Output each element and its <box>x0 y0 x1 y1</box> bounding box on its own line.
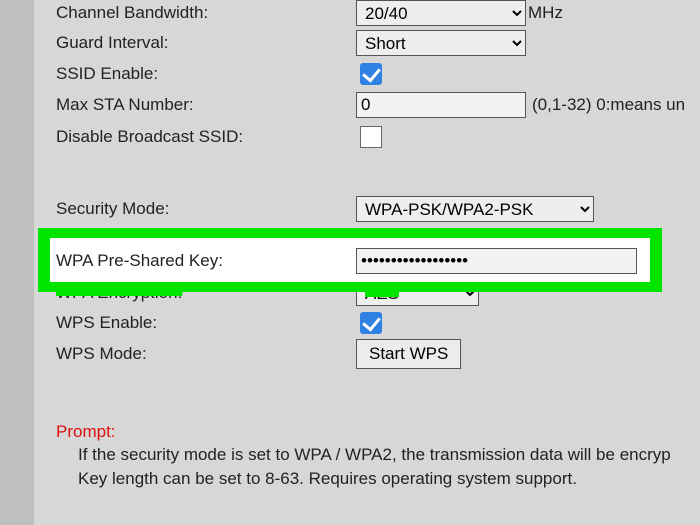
row-wpa-encryption: WPA Encryption: AES <box>34 278 700 308</box>
wpa-encryption-label: WPA Encryption: <box>56 283 182 303</box>
prompt-body: If the security mode is set to WPA / WPA… <box>78 443 700 491</box>
row-wpa-psk: WPA Pre-Shared Key: <box>34 248 700 274</box>
security-mode-label: Security Mode: <box>56 199 169 219</box>
wpa-psk-input[interactable] <box>356 248 637 274</box>
wpa-encryption-select[interactable]: AES <box>356 280 479 306</box>
wps-enable-label: WPS Enable: <box>56 313 157 333</box>
wireless-settings-panel: Channel Bandwidth: 20/40 MHz Guard Inter… <box>34 0 700 525</box>
row-ssid-enable: SSID Enable: <box>34 59 700 89</box>
disable-broadcast-checkbox[interactable] <box>360 126 382 148</box>
start-wps-button[interactable]: Start WPS <box>356 339 461 369</box>
max-sta-label: Max STA Number: <box>56 95 194 115</box>
wpa-psk-label: WPA Pre-Shared Key: <box>56 251 223 271</box>
row-channel-bandwidth: Channel Bandwidth: 20/40 MHz <box>34 0 700 28</box>
prompt-title: Prompt: <box>56 422 116 442</box>
disable-broadcast-label: Disable Broadcast SSID: <box>56 127 243 147</box>
bandwidth-unit-label: MHz <box>528 3 563 23</box>
row-disable-broadcast: Disable Broadcast SSID: <box>34 122 700 152</box>
row-wps-enable: WPS Enable: <box>34 308 700 338</box>
channel-bandwidth-select[interactable]: 20/40 <box>356 0 526 26</box>
wps-mode-label: WPS Mode: <box>56 344 147 364</box>
max-sta-hint: (0,1-32) 0:means un <box>532 95 685 115</box>
guard-interval-select[interactable]: Short <box>356 30 526 56</box>
channel-bandwidth-label: Channel Bandwidth: <box>56 3 208 23</box>
max-sta-input[interactable] <box>356 92 526 118</box>
row-guard-interval: Guard Interval: Short <box>34 28 700 58</box>
security-mode-select[interactable]: WPA-PSK/WPA2-PSK <box>356 196 594 222</box>
row-security-mode: Security Mode: WPA-PSK/WPA2-PSK <box>34 194 700 224</box>
row-wps-mode: WPS Mode: Start WPS <box>34 339 700 369</box>
ssid-enable-checkbox[interactable] <box>360 63 382 85</box>
ssid-enable-label: SSID Enable: <box>56 64 158 84</box>
wps-enable-checkbox[interactable] <box>360 312 382 334</box>
row-max-sta: Max STA Number: (0,1-32) 0:means un <box>34 90 700 120</box>
guard-interval-label: Guard Interval: <box>56 33 168 53</box>
